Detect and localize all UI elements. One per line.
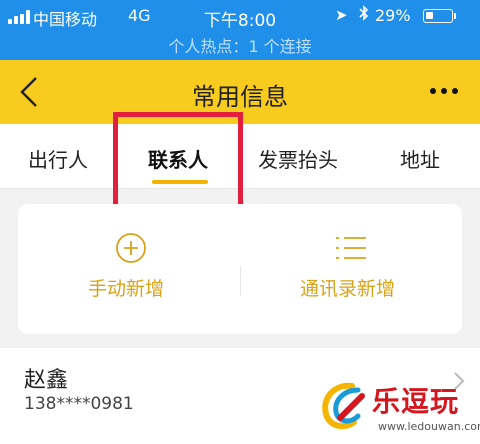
- page-title: 常用信息: [192, 83, 288, 111]
- status-bar: 中国移动 4G 下午8:00 ➤ 29% 个人热点：1 个连接: [0, 0, 480, 60]
- contact-phone: 138****0981: [24, 394, 134, 414]
- watermark-text: 乐逗玩: [372, 385, 460, 418]
- plus-circle-icon[interactable]: [115, 232, 147, 264]
- battery-cap: [454, 13, 456, 19]
- more-ellipsis-icon[interactable]: [430, 88, 458, 94]
- battery-percent: 29%: [375, 6, 411, 25]
- watermark-logo-icon: [322, 382, 365, 430]
- highlight-annotation-box: [113, 112, 243, 212]
- tab-invoice-title[interactable]: 发票抬头: [258, 144, 338, 173]
- manual-add-button[interactable]: 手动新增: [88, 274, 164, 301]
- battery-icon: [423, 9, 453, 23]
- contact-name: 赵鑫: [24, 368, 69, 393]
- tab-address[interactable]: 地址: [400, 144, 440, 173]
- watermark-url: www.ledouwan.com: [378, 420, 480, 433]
- hotspot-banner[interactable]: 个人热点：1 个连接: [0, 33, 480, 57]
- add-contact-card: 手动新增 通讯录新增: [18, 204, 462, 334]
- contact-list-icon[interactable]: [334, 234, 368, 262]
- watermark: 乐逗玩 www.ledouwan.com: [318, 378, 480, 444]
- card-divider: [240, 266, 241, 296]
- location-arrow-icon: ➤: [335, 6, 348, 24]
- bluetooth-icon: [359, 5, 369, 25]
- tab-travelers[interactable]: 出行人: [28, 144, 88, 173]
- address-book-add-button[interactable]: 通讯录新增: [300, 274, 395, 301]
